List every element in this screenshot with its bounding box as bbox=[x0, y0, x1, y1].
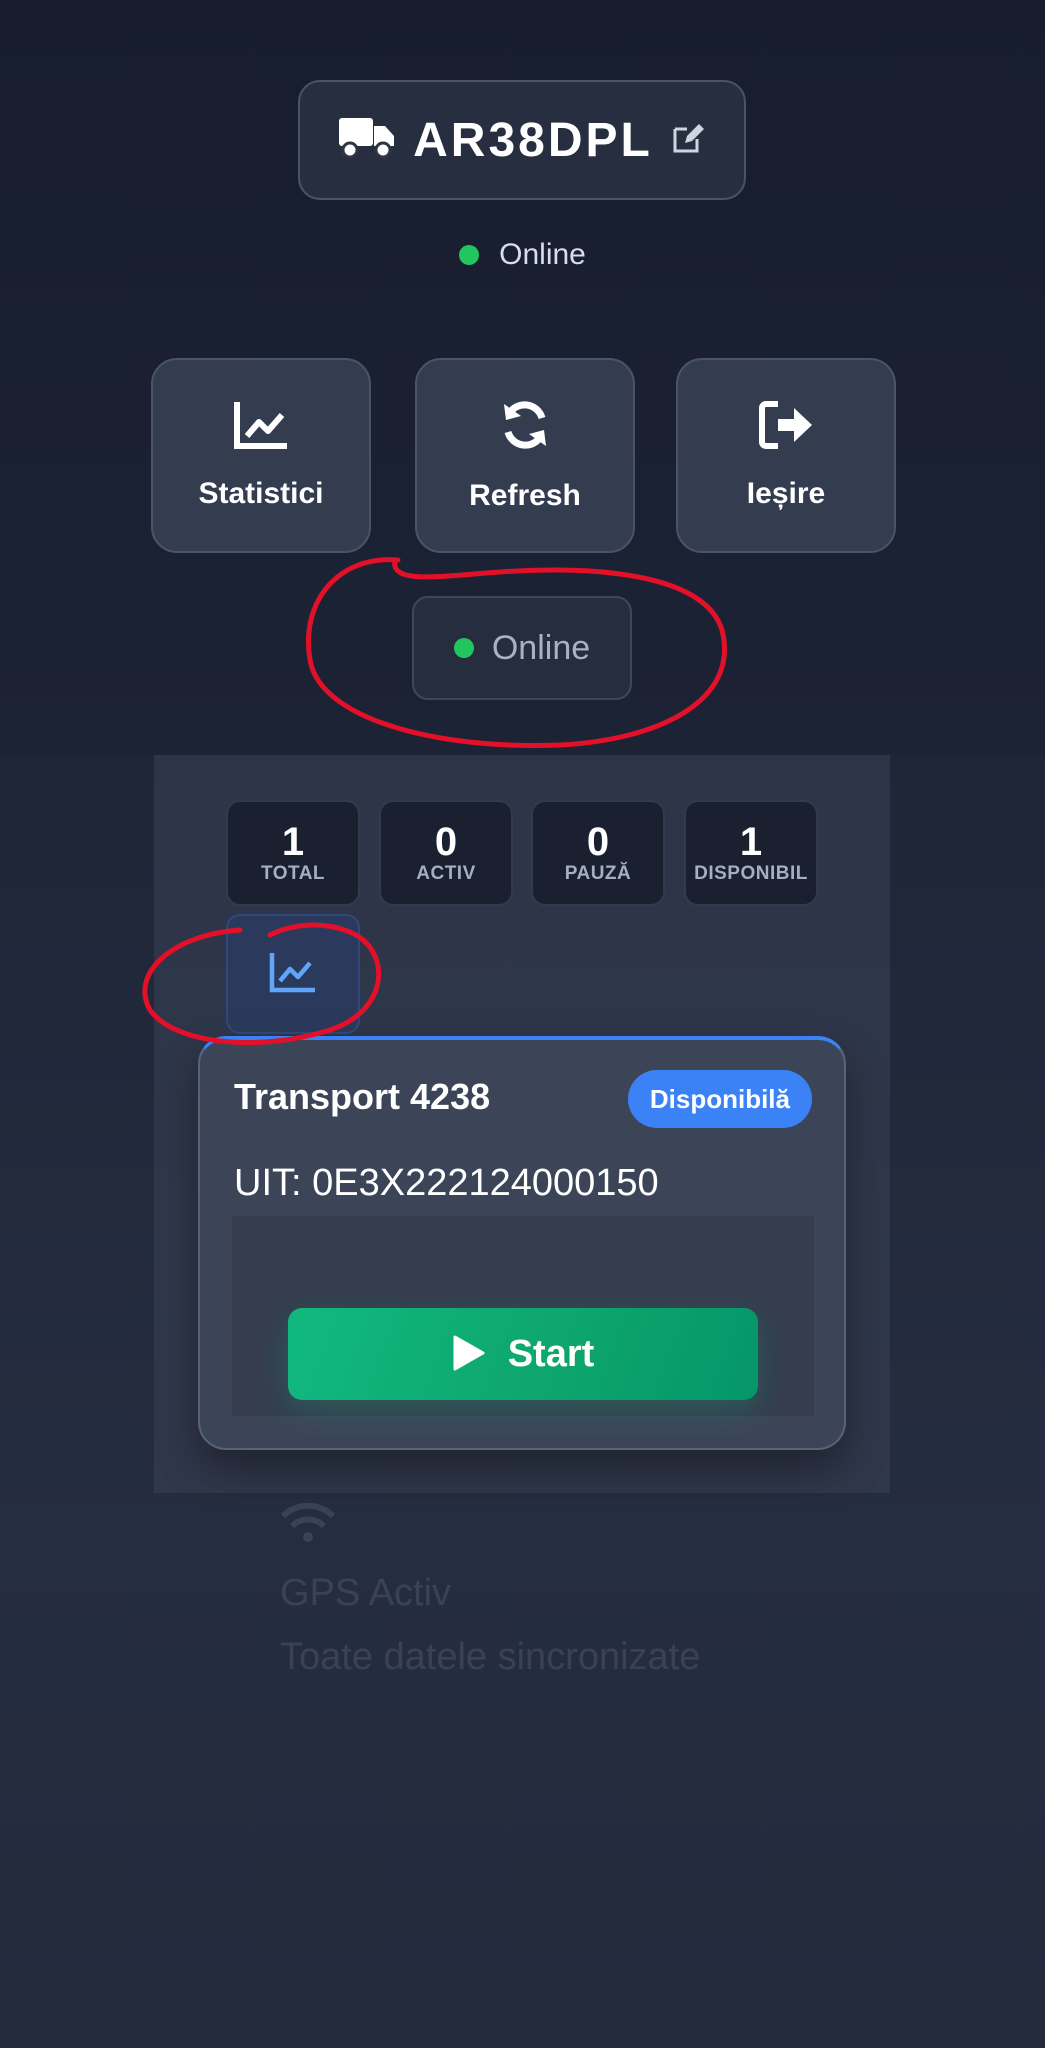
stat-pause: 0 PAUZĂ bbox=[531, 800, 665, 906]
exit-label: Ieșire bbox=[746, 477, 826, 510]
stat-label: TOTAL bbox=[260, 863, 326, 884]
wifi-icon bbox=[280, 1502, 336, 1548]
chart-line-icon bbox=[233, 400, 289, 455]
start-label: Start bbox=[507, 1332, 595, 1375]
start-area: Start bbox=[232, 1216, 814, 1416]
stat-value: 0 bbox=[434, 820, 458, 864]
online-status-chip: Online bbox=[412, 596, 632, 700]
stat-total: 1 TOTAL bbox=[226, 800, 360, 906]
online-chip-text: Online bbox=[491, 628, 591, 667]
vehicle-plate-pill[interactable]: AR38DPL bbox=[298, 80, 746, 200]
status-dot bbox=[459, 245, 480, 265]
truck-icon bbox=[339, 116, 395, 165]
online-dot bbox=[453, 638, 474, 658]
exit-button[interactable]: Ieșire bbox=[676, 358, 896, 553]
stat-active: 0 ACTIV bbox=[379, 800, 513, 906]
gps-active-text: GPS Activ bbox=[280, 1572, 452, 1614]
play-icon bbox=[452, 1334, 486, 1375]
stat-label: ACTIV bbox=[416, 863, 476, 884]
stat-value: 1 bbox=[281, 820, 305, 864]
sync-status-text: Toate datele sincronizate bbox=[280, 1636, 701, 1678]
stat-label: DISPONIBIL bbox=[694, 863, 808, 884]
gps-status-footer: GPS Activ Toate datele sincronizate bbox=[280, 1500, 700, 1678]
start-button[interactable]: Start bbox=[288, 1308, 758, 1400]
statistics-button[interactable]: Statistici bbox=[151, 358, 371, 553]
vehicle-plate-number: AR38DPL bbox=[413, 113, 653, 167]
connection-status: Online bbox=[0, 230, 1045, 280]
chart-line-icon bbox=[269, 951, 317, 998]
stat-label: PAUZĂ bbox=[564, 863, 632, 884]
transport-card[interactable]: Transport 4238 Disponibilă UIT: 0E3X2221… bbox=[198, 1036, 846, 1450]
edit-icon[interactable] bbox=[671, 121, 705, 160]
stat-value: 1 bbox=[739, 820, 763, 864]
refresh-button[interactable]: Refresh bbox=[415, 358, 635, 553]
statistics-tab[interactable] bbox=[226, 914, 360, 1034]
status-text: Online bbox=[499, 238, 586, 271]
sync-icon bbox=[498, 398, 552, 457]
stat-value: 0 bbox=[586, 820, 610, 864]
transport-title: Transport 4238 bbox=[234, 1076, 491, 1117]
refresh-label: Refresh bbox=[469, 479, 581, 512]
status-badge: Disponibilă bbox=[627, 1070, 812, 1128]
statistics-label: Statistici bbox=[198, 477, 324, 510]
uit-code: UIT: 0E3X222124000150 bbox=[234, 1162, 659, 1204]
sign-out-icon bbox=[758, 400, 814, 455]
stat-available: 1 DISPONIBIL bbox=[684, 800, 818, 906]
